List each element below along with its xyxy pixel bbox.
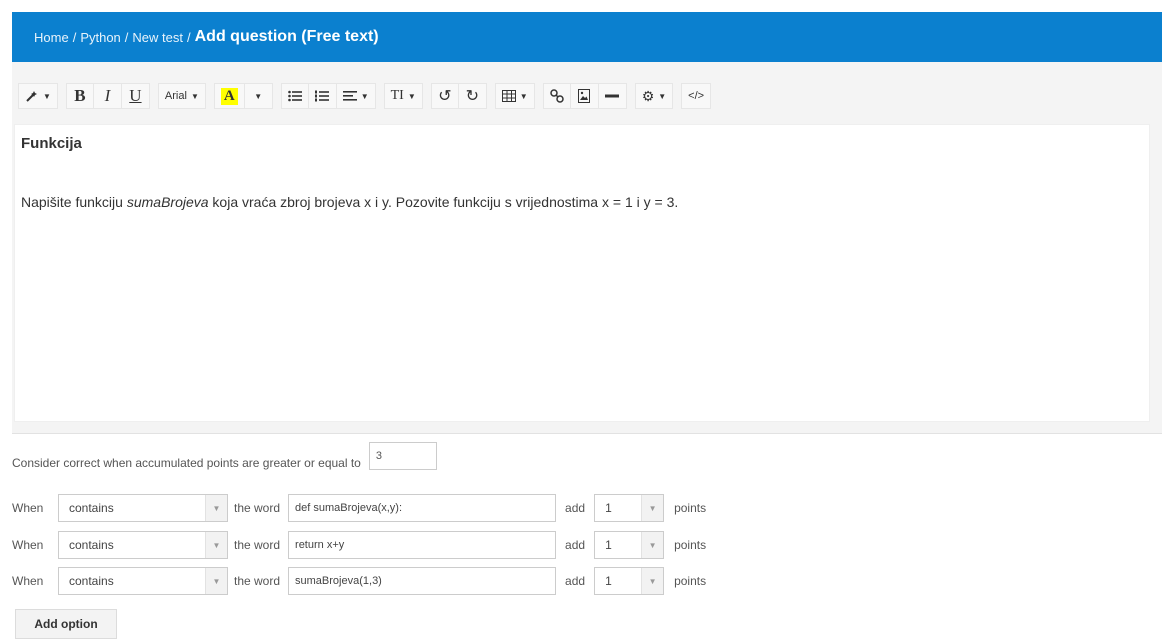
add-label: add bbox=[565, 501, 586, 515]
chevron-down-icon: ▼ bbox=[658, 91, 667, 101]
undo-icon: ↺ bbox=[438, 88, 452, 105]
word-input[interactable] bbox=[288, 567, 557, 595]
points-select[interactable]: 1 ▼ bbox=[594, 567, 665, 595]
question-text: Napišite funkciju sumaBrojeva koja vraća… bbox=[21, 194, 1143, 210]
paragraph-icon bbox=[342, 91, 357, 101]
breadcrumb-home[interactable]: Home bbox=[34, 30, 69, 45]
breadcrumb-python[interactable]: Python bbox=[80, 30, 120, 45]
question-text-part: koja vraća zbroj brojeva x i y. Pozovite… bbox=[208, 194, 679, 210]
rule-row: When contains ▼ the word add 1 ▼ points bbox=[12, 531, 706, 559]
redo-button[interactable]: ↻ bbox=[458, 83, 487, 109]
chevron-down-icon: ▼ bbox=[360, 91, 369, 101]
add-label: add bbox=[565, 574, 586, 588]
table-icon bbox=[501, 90, 516, 102]
text-color-button[interactable]: A bbox=[213, 83, 245, 109]
unordered-list-icon bbox=[287, 90, 302, 102]
chevron-down-icon: ▼ bbox=[641, 532, 664, 558]
breadcrumb-separator: / bbox=[72, 29, 77, 45]
picture-button[interactable] bbox=[570, 83, 599, 109]
threshold-row: Consider correct when accumulated points… bbox=[12, 442, 437, 477]
magic-icon bbox=[26, 91, 37, 102]
unordered-list-button[interactable] bbox=[280, 83, 309, 109]
ordered-list-button[interactable] bbox=[308, 83, 337, 109]
ordered-list-icon bbox=[315, 90, 330, 102]
undo-button[interactable]: ↺ bbox=[430, 83, 459, 109]
bold-button[interactable]: B bbox=[65, 83, 94, 109]
operator-select[interactable]: contains ▼ bbox=[58, 531, 228, 559]
link-button[interactable] bbox=[542, 83, 571, 109]
threshold-label: Consider correct when accumulated points… bbox=[12, 456, 361, 470]
chevron-down-icon: ▼ bbox=[641, 568, 664, 594]
underline-button[interactable]: U bbox=[121, 83, 150, 109]
chevron-down-icon: ▼ bbox=[205, 568, 227, 594]
breadcrumb-separator: / bbox=[124, 29, 129, 45]
when-label: When bbox=[12, 501, 44, 515]
redo-icon: ↻ bbox=[465, 88, 479, 105]
when-label: When bbox=[12, 574, 44, 588]
chevron-down-icon: ▼ bbox=[641, 495, 664, 521]
chevron-down-icon: ▼ bbox=[190, 91, 199, 101]
word-input[interactable] bbox=[288, 531, 557, 559]
chevron-down-icon: ▼ bbox=[254, 91, 263, 101]
settings-icon: ⚙ bbox=[641, 87, 655, 104]
the-word-label: the word bbox=[234, 501, 281, 515]
add-option-button[interactable]: Add option bbox=[15, 609, 117, 639]
threshold-input[interactable] bbox=[368, 442, 437, 470]
word-input[interactable] bbox=[288, 494, 557, 522]
text-color-icon: A bbox=[220, 87, 238, 105]
chevron-down-icon: ▼ bbox=[205, 495, 227, 521]
points-label: points bbox=[674, 501, 707, 515]
font-name-label: Arial bbox=[164, 90, 187, 102]
code-view-button[interactable]: </> bbox=[681, 83, 712, 109]
points-label: points bbox=[674, 538, 707, 552]
breadcrumb-new-test[interactable]: New test bbox=[132, 30, 183, 45]
question-heading: Funkcija bbox=[21, 135, 82, 152]
italic-button[interactable]: I bbox=[93, 83, 122, 109]
points-select[interactable]: 1 ▼ bbox=[594, 494, 665, 522]
function-name-text: sumaBrojeva bbox=[126, 194, 209, 210]
points-value: 1 bbox=[605, 501, 612, 515]
font-size-icon: TI bbox=[390, 88, 404, 103]
question-text-part: Napišite funkciju bbox=[21, 194, 127, 210]
chevron-down-icon: ▼ bbox=[407, 91, 416, 101]
breadcrumb-separator: / bbox=[187, 29, 191, 45]
chevron-down-icon: ▼ bbox=[205, 532, 227, 558]
operator-select[interactable]: contains ▼ bbox=[58, 567, 228, 595]
table-button[interactable]: ▼ bbox=[494, 83, 535, 109]
page-header: Home / Python / New test / Add question … bbox=[12, 12, 1162, 62]
the-word-label: the word bbox=[234, 538, 281, 552]
the-word-label: the word bbox=[234, 574, 281, 588]
rich-text-editor: ▼ B I U Arial ▼ A ▼ ▼ TI ▼ ↺ ↻ ▼ ⚙ ▼ </>… bbox=[12, 62, 1162, 434]
font-size-button[interactable]: TI ▼ bbox=[383, 83, 423, 109]
when-label: When bbox=[12, 538, 44, 552]
paragraph-button[interactable]: ▼ bbox=[336, 83, 376, 109]
horizontal-rule-button[interactable] bbox=[598, 83, 627, 109]
editor-content[interactable]: Funkcija Napišite funkciju sumaBrojeva k… bbox=[14, 124, 1150, 422]
points-label: points bbox=[674, 574, 707, 588]
chevron-down-icon: ▼ bbox=[43, 91, 51, 101]
editor-toolbar: ▼ B I U Arial ▼ A ▼ ▼ TI ▼ ↺ ↻ ▼ ⚙ ▼ </> bbox=[18, 82, 719, 110]
picture-icon bbox=[578, 89, 591, 103]
operator-value: contains bbox=[69, 501, 114, 515]
operator-value: contains bbox=[69, 574, 114, 588]
operator-select[interactable]: contains ▼ bbox=[58, 494, 228, 522]
settings-button[interactable]: ⚙ ▼ bbox=[634, 83, 674, 109]
rule-row: When contains ▼ the word add 1 ▼ points bbox=[12, 494, 706, 522]
points-select[interactable]: 1 ▼ bbox=[594, 531, 665, 559]
font-name-dropdown[interactable]: Arial ▼ bbox=[157, 83, 206, 109]
text-color-dropdown[interactable]: ▼ bbox=[244, 83, 273, 109]
points-value: 1 bbox=[605, 538, 612, 552]
chevron-down-icon: ▼ bbox=[519, 91, 528, 101]
page-title: Add question (Free text) bbox=[194, 28, 379, 45]
points-value: 1 bbox=[605, 574, 612, 588]
link-icon bbox=[549, 89, 564, 103]
add-label: add bbox=[565, 538, 586, 552]
rule-row: When contains ▼ the word add 1 ▼ points bbox=[12, 567, 706, 595]
style-button[interactable]: ▼ bbox=[18, 83, 58, 109]
hr-icon bbox=[605, 94, 620, 98]
code-icon: </> bbox=[688, 90, 705, 102]
operator-value: contains bbox=[69, 538, 114, 552]
